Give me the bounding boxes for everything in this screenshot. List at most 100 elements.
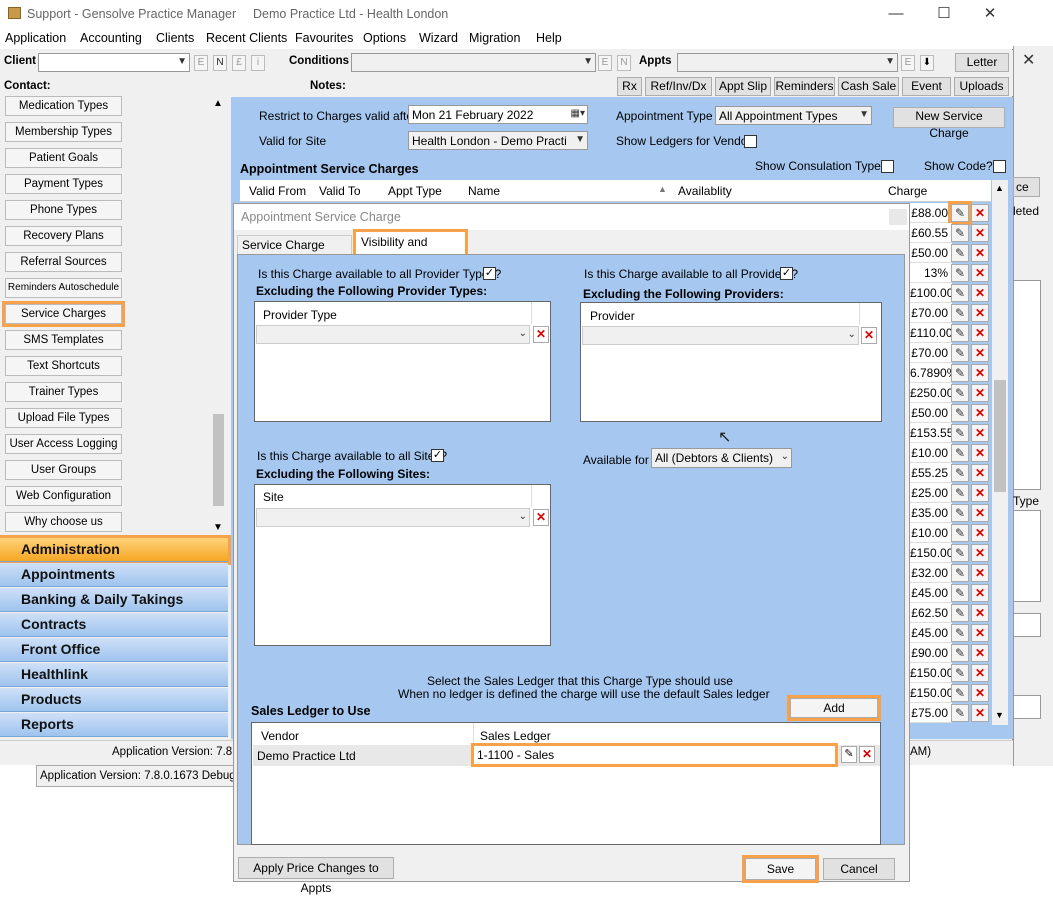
grid-charge-cell[interactable]: £70.00 bbox=[910, 343, 952, 363]
menu-clients[interactable]: Clients bbox=[156, 31, 194, 45]
delete-icon[interactable]: ✕ bbox=[971, 664, 989, 682]
remove-icon[interactable]: ✕ bbox=[861, 327, 877, 344]
grid-charge-cell[interactable]: £150.00 bbox=[910, 543, 953, 563]
add-ledger-button[interactable]: Add bbox=[787, 695, 881, 721]
edit-pencil-icon[interactable]: ✎ bbox=[951, 424, 969, 442]
grid-charge-cell[interactable]: £100.00 bbox=[910, 283, 953, 303]
sites-checkbox[interactable]: ✓ bbox=[431, 449, 444, 462]
grid-scrollbar[interactable]: ▲ ▼ bbox=[992, 180, 1008, 725]
edit-pencil-icon[interactable]: ✎ bbox=[951, 604, 969, 622]
provider-type-combo[interactable]: ⌄ bbox=[256, 325, 530, 344]
edit-pencil-icon[interactable]: ✎ bbox=[951, 704, 969, 722]
grid-charge-cell[interactable]: £250.00 bbox=[910, 383, 953, 403]
grid-charge-cell[interactable]: £75.00 bbox=[910, 703, 952, 723]
left-item-web-configuration[interactable]: Web Configuration bbox=[5, 486, 122, 506]
edit-pencil-icon[interactable]: ✎ bbox=[951, 524, 969, 542]
tab-visibility-ledgers[interactable]: Visibility and Ledgers bbox=[353, 229, 468, 270]
cash-sale-button[interactable]: Cash Sale bbox=[838, 77, 899, 96]
delete-icon[interactable]: ✕ bbox=[971, 484, 989, 502]
rx-button[interactable]: Rx bbox=[617, 77, 642, 96]
event-button[interactable]: Event bbox=[902, 77, 951, 96]
appts-combo[interactable]: ▼ bbox=[677, 53, 898, 72]
left-item-upload-file-types[interactable]: Upload File Types bbox=[5, 408, 122, 428]
remove-icon[interactable]: ✕ bbox=[533, 509, 549, 526]
col-valid-to[interactable]: Valid To bbox=[319, 184, 361, 198]
delete-icon[interactable]: ✕ bbox=[971, 284, 989, 302]
left-item-phone-types[interactable]: Phone Types bbox=[5, 200, 122, 220]
grid-charge-cell[interactable]: £50.00 bbox=[910, 403, 952, 423]
nav-administration[interactable]: Administration bbox=[0, 535, 231, 565]
left-scrollbar[interactable]: ▲ ▼ bbox=[211, 96, 226, 536]
delete-icon[interactable]: ✕ bbox=[971, 244, 989, 262]
menu-application[interactable]: Application bbox=[5, 31, 66, 45]
grid-charge-cell[interactable]: £35.00 bbox=[910, 503, 952, 523]
uploads-button[interactable]: Uploads bbox=[954, 77, 1009, 96]
delete-icon[interactable]: ✕ bbox=[971, 444, 989, 462]
nav-contracts[interactable]: Contracts bbox=[0, 613, 228, 637]
ref-inv-dx-button[interactable]: Ref/Inv/Dx bbox=[645, 77, 712, 96]
edit-pencil-icon[interactable]: ✎ bbox=[951, 444, 969, 462]
available-for-combo[interactable]: All (Debtors & Clients) ⌄ bbox=[651, 448, 792, 468]
edit-pencil-icon[interactable]: ✎ bbox=[951, 324, 969, 342]
scroll-up-icon[interactable]: ▲ bbox=[995, 183, 1004, 193]
client-combo[interactable]: ▼ bbox=[38, 53, 190, 72]
edit-pencil-icon[interactable]: ✎ bbox=[951, 344, 969, 362]
delete-icon[interactable]: ✕ bbox=[971, 344, 989, 362]
scroll-down-icon[interactable]: ▼ bbox=[213, 522, 223, 533]
edit-pencil-icon[interactable]: ✎ bbox=[948, 201, 972, 225]
grid-charge-cell[interactable]: 13% bbox=[910, 263, 952, 283]
grid-charge-cell[interactable]: £55.25 bbox=[910, 463, 952, 483]
col-appt-type[interactable]: Appt Type bbox=[388, 184, 442, 198]
edit-pencil-icon[interactable]: ✎ bbox=[951, 504, 969, 522]
appts-e-button[interactable]: E bbox=[901, 55, 915, 71]
edit-pencil-icon[interactable]: ✎ bbox=[951, 544, 969, 562]
col-name[interactable]: Name bbox=[468, 184, 500, 198]
show-consultation-checkbox[interactable] bbox=[881, 160, 894, 173]
save-button[interactable]: Save bbox=[742, 855, 819, 883]
conditions-e-button[interactable]: E bbox=[598, 55, 612, 71]
grid-charge-cell[interactable]: £150.00 bbox=[910, 663, 953, 683]
menu-recent-clients[interactable]: Recent Clients bbox=[206, 31, 287, 45]
nav-banking[interactable]: Banking & Daily Takings bbox=[0, 588, 228, 612]
grid-charge-cell[interactable]: £45.00 bbox=[910, 583, 952, 603]
reminders-button[interactable]: Reminders bbox=[774, 77, 835, 96]
minimize-icon[interactable]: — bbox=[881, 4, 911, 24]
background-close-icon[interactable]: ✕ bbox=[1022, 50, 1035, 70]
edit-pencil-icon[interactable]: ✎ bbox=[951, 224, 969, 242]
edit-pencil-icon[interactable]: ✎ bbox=[951, 644, 969, 662]
left-item-medication-types[interactable]: Medication Types bbox=[5, 96, 122, 116]
delete-icon[interactable]: ✕ bbox=[971, 264, 989, 282]
menu-favourites[interactable]: Favourites bbox=[295, 31, 353, 45]
delete-icon[interactable]: ✕ bbox=[971, 224, 989, 242]
grid-charge-cell[interactable]: £70.00 bbox=[910, 303, 952, 323]
edit-pencil-icon[interactable]: ✎ bbox=[951, 684, 969, 702]
menu-wizard[interactable]: Wizard bbox=[419, 31, 458, 45]
delete-icon[interactable]: ✕ bbox=[971, 204, 989, 222]
client-info-button[interactable]: i bbox=[251, 55, 265, 71]
grid-charge-cell[interactable]: £62.50 bbox=[910, 603, 952, 623]
scroll-down-icon[interactable]: ▼ bbox=[995, 710, 1004, 720]
grid-charge-cell[interactable]: £88.00 bbox=[910, 203, 952, 223]
left-item-user-access-logging[interactable]: User Access Logging bbox=[5, 434, 122, 454]
conditions-combo[interactable]: ▼ bbox=[351, 53, 596, 72]
grid-charge-cell[interactable]: 6.7890% bbox=[910, 363, 957, 383]
col-valid-from[interactable]: Valid From bbox=[249, 184, 306, 198]
grid-charge-cell[interactable]: £45.00 bbox=[910, 623, 952, 643]
cancel-button[interactable]: Cancel bbox=[823, 858, 895, 880]
edit-pencil-icon[interactable]: ✎ bbox=[951, 664, 969, 682]
left-item-reminders-autoschedule[interactable]: Reminders Autoschedule bbox=[5, 278, 122, 298]
grid-charge-cell[interactable]: £10.00 bbox=[910, 523, 952, 543]
delete-icon[interactable]: ✕ bbox=[971, 384, 989, 402]
remove-icon[interactable]: ✕ bbox=[533, 326, 549, 343]
edit-pencil-icon[interactable]: ✎ bbox=[951, 304, 969, 322]
nav-products[interactable]: Products bbox=[0, 688, 228, 712]
edit-pencil-icon[interactable]: ✎ bbox=[951, 404, 969, 422]
delete-icon[interactable]: ✕ bbox=[971, 424, 989, 442]
edit-pencil-icon[interactable]: ✎ bbox=[951, 464, 969, 482]
apply-price-changes-button[interactable]: Apply Price Changes to Appts bbox=[238, 857, 394, 895]
delete-icon[interactable]: ✕ bbox=[971, 624, 989, 642]
edit-pencil-icon[interactable]: ✎ bbox=[951, 284, 969, 302]
left-item-membership-types[interactable]: Membership Types bbox=[5, 122, 122, 142]
delete-icon[interactable]: ✕ bbox=[971, 504, 989, 522]
delete-icon[interactable]: ✕ bbox=[971, 364, 989, 382]
